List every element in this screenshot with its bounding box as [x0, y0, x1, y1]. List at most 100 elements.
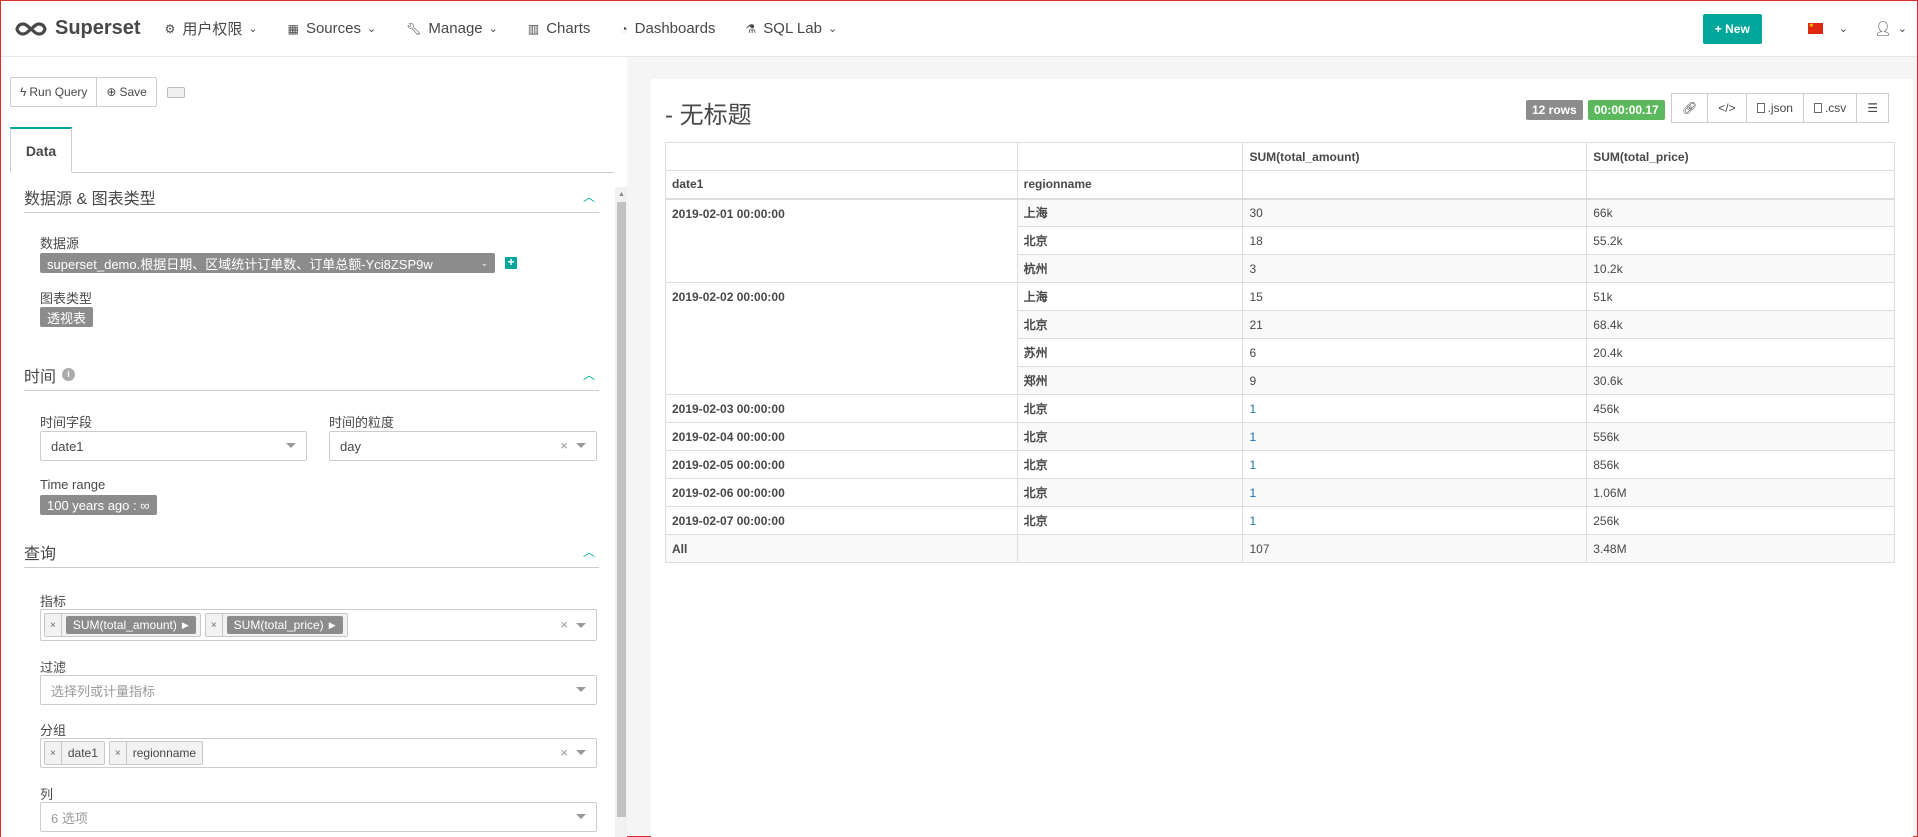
dashboard-icon: ◔	[620, 21, 628, 36]
metric-tag[interactable]: × SUM(total_amount) ▶	[44, 613, 201, 637]
groupby-tag[interactable]: × regionname	[108, 741, 204, 765]
hamburger-icon: ☰	[1867, 101, 1879, 115]
price-cell: 66k	[1586, 198, 1895, 227]
table-row: 2019-02-01 00:00:00 上海 30 66k	[665, 198, 1895, 283]
metric-tag[interactable]: × SUM(total_price) ▶	[204, 613, 348, 637]
nav-item-0[interactable]: ⚙ 用户权限 ⌄	[165, 18, 258, 39]
metric-label: SUM(total_price)	[233, 618, 324, 632]
time-range-select[interactable]: 100 years ago : ∞	[40, 495, 157, 515]
region-cell: 苏州	[1016, 338, 1244, 367]
clear-icon[interactable]: ×	[560, 438, 568, 453]
total-empty	[1016, 534, 1244, 563]
new-button[interactable]: + New	[1702, 13, 1762, 44]
add-datasource-icon[interactable]: +	[505, 256, 517, 269]
run-query-button[interactable]: ϟ Run Query	[10, 77, 98, 107]
clear-icon[interactable]: ×	[560, 617, 568, 632]
region-cell: 北京	[1016, 478, 1244, 507]
region-cell: 北京	[1016, 226, 1244, 255]
date-cell: 2019-02-05 00:00:00	[665, 450, 1018, 479]
time-column-select[interactable]: date1	[40, 431, 307, 461]
chart-title[interactable]: - 无标题	[665, 95, 752, 130]
metric-pill[interactable]: SUM(total_amount) ▶	[65, 616, 196, 634]
brand[interactable]: Superset	[15, 17, 141, 40]
info-icon[interactable]: i	[62, 368, 76, 381]
section-query-title: 查询	[24, 545, 57, 563]
export-csv-button[interactable]: .csv	[1803, 93, 1858, 123]
pivot-table-body: 2019-02-01 00:00:00 上海 30 66k 北京 18 55.2k 杭州 3 10…	[665, 198, 1895, 563]
export-json-button[interactable]: .json	[1746, 93, 1804, 123]
total-amount: 107	[1242, 534, 1588, 563]
nav-item-label: Manage	[428, 20, 483, 37]
pivot-table: SUM(total_amount) SUM(total_price) date1…	[665, 142, 1895, 563]
price-cell: 456k	[1586, 394, 1895, 423]
link-button[interactable]: 🔗︎	[1671, 93, 1709, 123]
user-icon[interactable]: 👤︎	[1874, 20, 1892, 37]
scroll-up-arrow-icon[interactable]: ▲	[618, 191, 625, 198]
language-caret-icon[interactable]: ⌄	[1839, 22, 1848, 35]
more-menu-button[interactable]: ☰	[1857, 93, 1890, 123]
nav-item-2[interactable]: 🔧︎ Manage ⌄	[406, 20, 498, 37]
remove-icon[interactable]: ×	[110, 742, 127, 764]
keyboard-icon[interactable]	[167, 87, 185, 98]
section-time-header[interactable]: 时间 i ︿	[24, 359, 599, 391]
column-header-amount: SUM(total_amount)	[1242, 142, 1588, 171]
amount-cell: 9	[1242, 366, 1588, 395]
plus-circle-icon: ⊕	[106, 85, 117, 99]
viz-type-select[interactable]: 透视表	[40, 307, 94, 327]
remove-icon[interactable]: ×	[206, 614, 223, 636]
scrollbar-thumb[interactable]	[617, 202, 626, 817]
price-cell: 1.06M	[1586, 478, 1895, 507]
amount-cell: 1	[1242, 478, 1588, 507]
time-grain-select[interactable]: day ×	[329, 431, 597, 461]
region-cell: 郑州	[1016, 366, 1244, 395]
filters-select[interactable]: 选择列或计量指标	[40, 675, 597, 705]
viz-type-label: 图表类型	[40, 291, 93, 306]
metrics-label: 指标	[40, 594, 67, 609]
metric-pill[interactable]: SUM(total_price) ▶	[226, 616, 343, 634]
nav-item-1[interactable]: ▦ Sources ⌄	[288, 20, 377, 37]
datasource-select[interactable]: superset_demo.根据日期、区域统计订单数、订单总额-Yci8ZSP9…	[40, 253, 495, 273]
time-grain-label: 时间的粒度	[329, 415, 395, 430]
amount-cell: 21	[1242, 310, 1588, 339]
remove-icon[interactable]: ×	[45, 742, 62, 764]
user-caret-icon[interactable]: ⌄	[1898, 22, 1907, 35]
price-cell: 51k	[1586, 282, 1895, 311]
dropdown-arrow-icon	[576, 814, 586, 819]
file-icon	[1813, 103, 1822, 113]
control-panel: ϟ Run Query ⊕ Save Data ▲ 数据源 & 图表类型 ︿ 数…	[1, 57, 627, 837]
control-tabs: Data	[10, 127, 614, 173]
date-cell: 2019-02-03 00:00:00	[665, 394, 1018, 423]
section-datasource-header[interactable]: 数据源 & 图表类型 ︿	[24, 181, 599, 213]
columns-select[interactable]: 6 选项	[40, 802, 597, 832]
groupby-label-value: regionname	[132, 746, 197, 760]
export-csv-label: .csv	[1824, 101, 1847, 115]
save-button[interactable]: ⊕ Save	[97, 77, 157, 107]
chevron-up-icon[interactable]: ︿	[583, 188, 595, 205]
caret-right-icon: ▶	[181, 619, 189, 630]
price-cell: 20.4k	[1586, 338, 1895, 367]
caret-right-icon: ▶	[328, 619, 336, 630]
chevron-up-icon[interactable]: ︿	[583, 366, 595, 383]
embed-code-button[interactable]: </>	[1708, 93, 1747, 123]
tab-data[interactable]: Data	[10, 127, 72, 173]
amount-cell: 6	[1242, 338, 1588, 367]
region-cell: 杭州	[1016, 254, 1244, 283]
nav-item-4[interactable]: ◔ Dashboards	[620, 20, 715, 37]
section-query-header[interactable]: 查询 ︿	[24, 536, 599, 568]
nav-item-5[interactable]: ⚗ SQL Lab ⌄	[746, 20, 838, 37]
nav-item-3[interactable]: ▥ Charts	[528, 20, 591, 37]
query-toolbar: ϟ Run Query ⊕ Save	[10, 77, 157, 107]
language-flag-icon[interactable]	[1807, 23, 1823, 34]
amount-cell: 3	[1242, 254, 1588, 283]
columns-label: 列	[40, 787, 54, 802]
price-cell: 256k	[1586, 506, 1895, 535]
chevron-up-icon[interactable]: ︿	[583, 543, 595, 560]
remove-icon[interactable]: ×	[45, 614, 62, 636]
filters-placeholder: 选择列或计量指标	[51, 683, 156, 699]
groupby-tag[interactable]: × date1	[44, 741, 105, 765]
table-corner-cell	[665, 142, 1018, 171]
groupby-select[interactable]: × date1 × regionname ×	[40, 738, 597, 768]
metrics-select[interactable]: × SUM(total_amount) ▶ × SUM(total_price) ▶ ×	[40, 609, 597, 641]
clear-icon[interactable]: ×	[560, 745, 568, 760]
time-range-label: Time range	[40, 477, 106, 492]
